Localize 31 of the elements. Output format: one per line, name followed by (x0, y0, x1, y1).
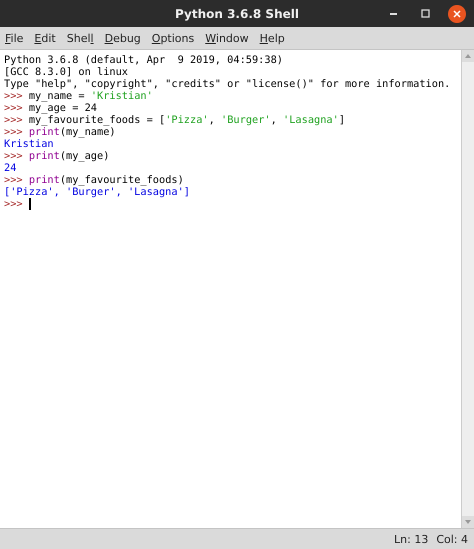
scrollbar[interactable] (461, 50, 474, 528)
line-number: Ln: 13 (394, 532, 428, 546)
code-line: Python 3.6.8 (default, Apr 9 2019, 04:59:38) (4, 54, 284, 66)
code-line: >>> my_age = 24 (4, 102, 98, 114)
scroll-down-icon[interactable] (462, 516, 474, 528)
scroll-up-icon[interactable] (462, 50, 474, 62)
window-title: Python 3.6.8 Shell (175, 6, 299, 20)
code-line: Type "help", "copyright", "credits" or "license()" for more information. (4, 78, 452, 90)
code-line: Kristian (4, 138, 55, 150)
menu-item[interactable]: Window (204, 32, 250, 44)
code-line: >>> print(my_favourite_foods) (4, 174, 185, 186)
menu-item[interactable]: Help (258, 32, 286, 44)
menu-item[interactable]: Shell (66, 32, 95, 44)
code-line: 24 (4, 162, 18, 174)
code-line: [GCC 8.3.0] on linux (4, 66, 129, 78)
minimize-icon (390, 12, 396, 14)
code-line: ['Pizza', 'Burger', 'Lasagna'] (4, 186, 191, 198)
close-button[interactable] (448, 4, 466, 22)
code-line: >>> print(my_age) (4, 150, 110, 162)
menu-item[interactable]: File (4, 32, 24, 44)
text-cursor (28, 198, 31, 210)
maximize-icon (420, 9, 430, 18)
menu-item[interactable]: Debug (104, 32, 142, 44)
code-line: >>> my_favourite_foods = ['Pizza', 'Burger', 'Lasagna'] (4, 114, 346, 126)
column-number: Col: 4 (436, 532, 468, 546)
code-line: >>> (4, 198, 461, 210)
menu-item[interactable]: Edit (33, 32, 57, 44)
close-icon (453, 10, 461, 18)
code-line: >>> my_name = 'Kristian' (4, 90, 154, 102)
menu-item[interactable]: Options (150, 32, 196, 44)
code-line: >>> print(my_name) (4, 126, 117, 138)
